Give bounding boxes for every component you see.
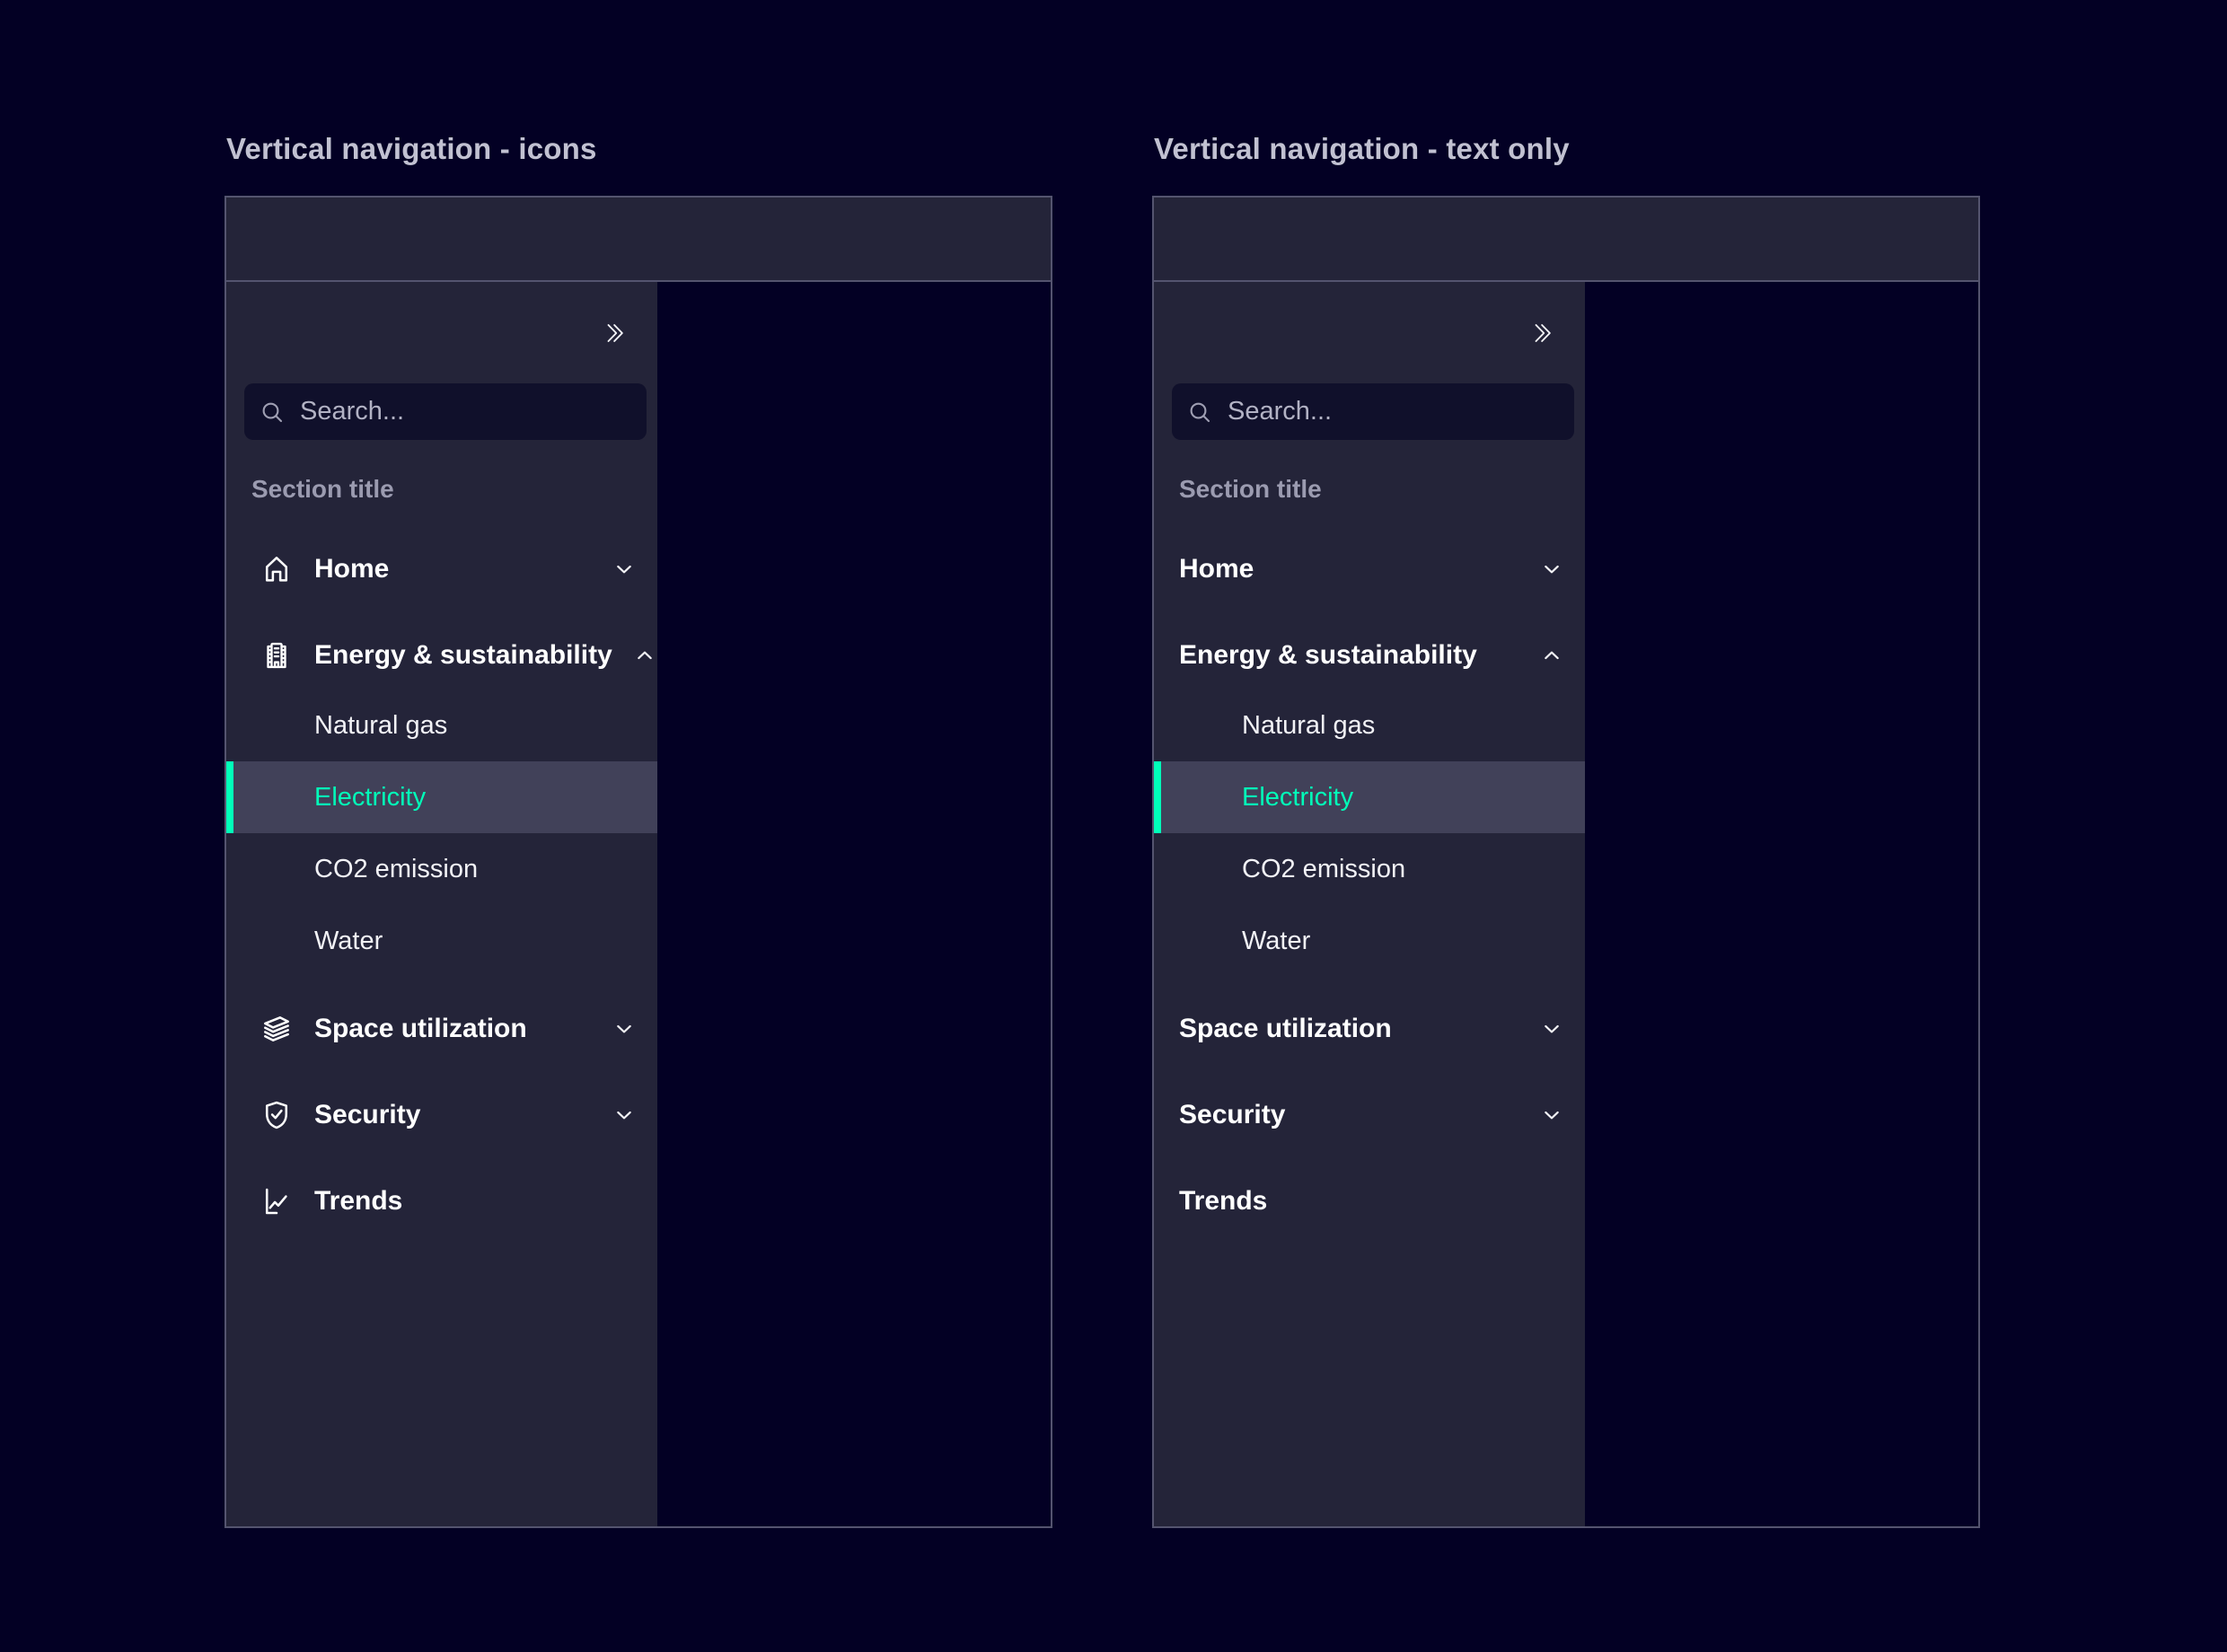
demo-panel-text-only: Vertical navigation - text only Section … [1152,131,1980,1528]
nav-item-space-utilization[interactable]: Space utilization [226,994,657,1063]
shield-check-icon [260,1098,294,1132]
nav-item-space-utilization[interactable]: Space utilization [1154,994,1585,1063]
nav-menu: Home Energy & sustainability Natural gas El… [1154,534,1585,1526]
nav-subitem-co2-emission[interactable]: CO2 emission [226,833,657,905]
nav-group-space-utilization: Space utilization [226,994,657,1063]
double-chevron-right-icon [600,320,627,347]
nav-group-energy-sustainability: Energy & sustainability Natural gas Electr… [226,620,657,977]
app-frame: Section title Home Energy & sustainabilit… [1152,196,1980,1528]
nav-item-trends[interactable]: Trends [226,1166,657,1235]
chevron-up-icon [633,644,656,667]
nav-subitem-label: Natural gas [314,711,657,741]
nav-item-label: Trends [314,1186,636,1217]
nav-item-energy-sustainability[interactable]: Energy & sustainability [1154,620,1585,690]
nav-section-title: Section title [226,472,657,506]
home-icon [260,552,294,586]
app-body: Section title Home Energy & sustainabilit… [226,282,1051,1526]
collapse-row [1154,282,1585,383]
search-input[interactable] [298,396,632,427]
chevron-down-icon [612,1103,636,1127]
line-chart-icon [260,1184,294,1218]
nav-item-home[interactable]: Home [1154,534,1585,603]
nav-item-security[interactable]: Security [1154,1080,1585,1149]
nav-children: Natural gas Electricity CO2 emission Water [226,690,657,977]
nav-children: Natural gas Electricity CO2 emission Water [1154,690,1585,977]
nav-subitem-water[interactable]: Water [226,905,657,977]
demo-panel-icons: Vertical navigation - icons Section titl… [224,131,1052,1528]
nav-subitem-electricity[interactable]: Electricity [226,761,657,833]
double-chevron-right-icon [1527,320,1554,347]
chevron-down-icon [612,1017,636,1041]
nav-subitem-label: CO2 emission [1242,855,1585,884]
chevron-down-icon [612,558,636,581]
nav-item-trends[interactable]: Trends [1154,1166,1585,1235]
nav-group-energy-sustainability: Energy & sustainability Natural gas Electr… [1154,620,1585,977]
search-icon [1186,399,1213,426]
nav-section-title: Section title [1154,472,1585,506]
nav-item-label: Space utilization [1179,1014,1519,1044]
chevron-down-icon [1540,1017,1563,1041]
collapse-sidebar-button[interactable] [596,316,630,350]
panel-title: Vertical navigation - text only [1154,131,1980,167]
nav-item-label: Trends [1179,1186,1563,1217]
nav-item-label: Home [1179,554,1519,584]
search-box[interactable] [1172,383,1574,440]
nav-item-security[interactable]: Security [226,1080,657,1149]
collapse-sidebar-button[interactable] [1524,316,1558,350]
nav-item-label: Space utilization [314,1014,592,1044]
nav-subitem-natural-gas[interactable]: Natural gas [1154,690,1585,761]
nav-item-label: Home [314,554,592,584]
content-area [657,282,1051,1526]
nav-item-energy-sustainability[interactable]: Energy & sustainability [226,620,657,690]
nav-group-home: Home [1154,534,1585,603]
app-header-bar [1154,198,1978,282]
nav-item-label: Energy & sustainability [1179,640,1519,671]
nav-item-label: Security [314,1100,592,1130]
vertical-navigation: Section title Home Energy & sustainabilit… [226,282,657,1526]
nav-item-home[interactable]: Home [226,534,657,603]
search-icon [259,399,286,426]
content-area [1585,282,1978,1526]
search-input[interactable] [1226,396,1560,427]
panel-title: Vertical navigation - icons [226,131,1052,167]
nav-subitem-label: Electricity [1242,783,1585,813]
nav-group-security: Security [226,1080,657,1149]
nav-subitem-label: CO2 emission [314,855,657,884]
nav-group-space-utilization: Space utilization [1154,994,1585,1063]
vertical-navigation: Section title Home Energy & sustainabilit… [1154,282,1585,1526]
nav-item-label: Security [1179,1100,1519,1130]
nav-subitem-label: Natural gas [1242,711,1585,741]
nav-item-label: Energy & sustainability [314,640,612,671]
nav-subitem-natural-gas[interactable]: Natural gas [226,690,657,761]
nav-group-security: Security [1154,1080,1585,1149]
chevron-down-icon [1540,1103,1563,1127]
nav-group-trends: Trends [1154,1166,1585,1235]
nav-group-home: Home [226,534,657,603]
app-frame: Section title Home Energy & sustainabilit… [224,196,1052,1528]
nav-subitem-label: Water [314,927,657,956]
app-body: Section title Home Energy & sustainabilit… [1154,282,1978,1526]
collapse-row [226,282,657,383]
chevron-up-icon [1540,644,1563,667]
nav-group-trends: Trends [226,1166,657,1235]
chevron-down-icon [1540,558,1563,581]
nav-subitem-co2-emission[interactable]: CO2 emission [1154,833,1585,905]
app-header-bar [226,198,1051,282]
nav-menu: Home Energy & sustainability Natural gas El… [226,534,657,1526]
building-icon [260,638,294,672]
nav-subitem-label: Water [1242,927,1585,956]
nav-subitem-electricity[interactable]: Electricity [1154,761,1585,833]
nav-subitem-water[interactable]: Water [1154,905,1585,977]
nav-subitem-label: Electricity [314,783,657,813]
search-box[interactable] [244,383,647,440]
layers-icon [260,1012,294,1046]
